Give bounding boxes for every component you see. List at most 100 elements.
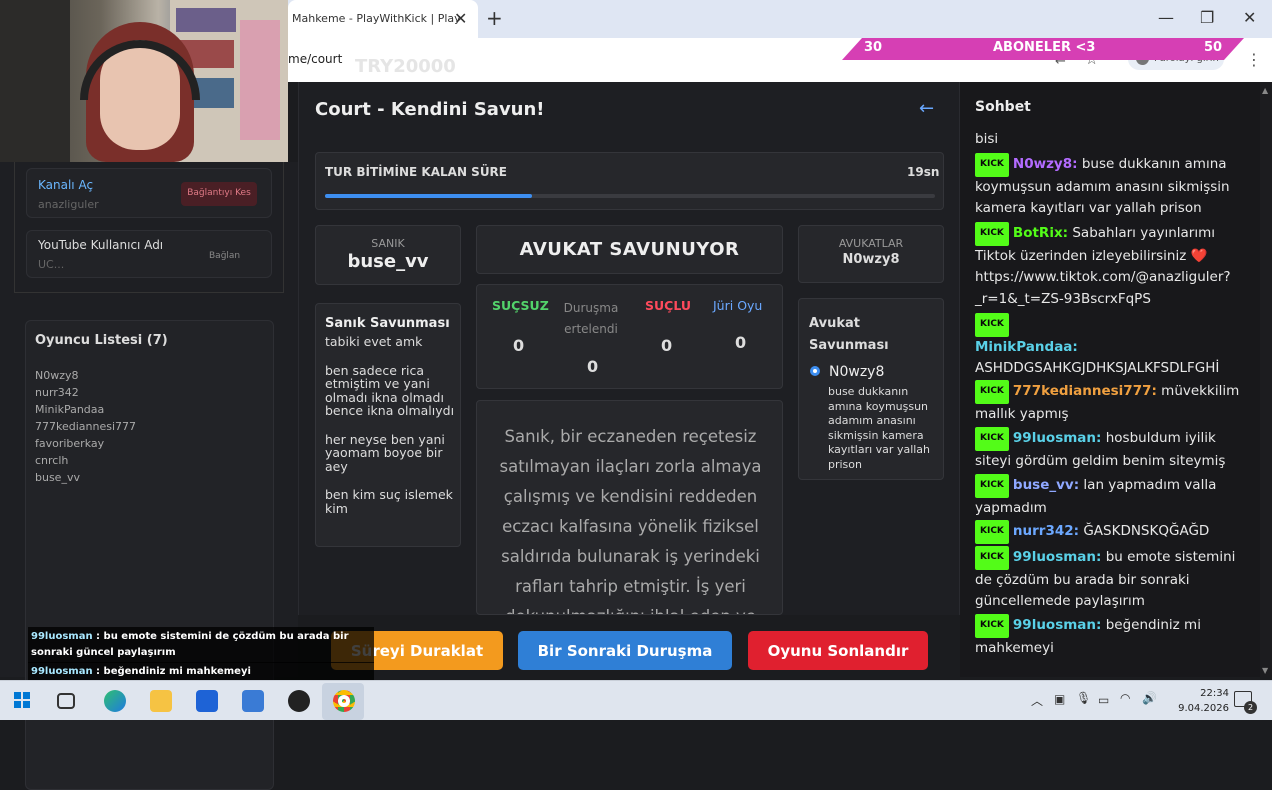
postponed-label: Duruşma ertelendi <box>563 301 619 336</box>
player-item: favoriberkay <box>35 437 105 450</box>
next-hearing-button[interactable]: Bir Sonraki Duruşma <box>518 631 732 670</box>
webcam-feed <box>0 0 288 162</box>
disconnect-button[interactable]: Bağlantıyı Kes <box>181 182 257 206</box>
chat-username[interactable]: BotRix: <box>1013 225 1068 241</box>
volume-icon[interactable]: 🔊 <box>1142 691 1157 705</box>
youtube-card: YouTube Kullanıcı Adı UC... Bağlan <box>26 230 272 278</box>
defense-line: tabiki evet amk <box>325 334 423 349</box>
chat-text: ĞASKDNSKQĞAĞD <box>1079 523 1210 539</box>
defendant-label: SANIK <box>371 237 405 250</box>
chat-title: Sohbet <box>975 99 1031 115</box>
chrome-icon[interactable] <box>333 690 355 712</box>
browser-tab[interactable]: Mahkeme - PlayWithKick | Play <box>288 0 478 38</box>
url-text[interactable]: me/court <box>288 52 342 66</box>
lawyer-defense-title: Avukat Savunması <box>809 316 889 353</box>
chat-message: KICK nurr342: ĞASKDNSKQĞAĞD <box>975 520 1247 544</box>
chat-username[interactable]: 99luosman: <box>1013 549 1102 565</box>
youtube-input[interactable]: UC... <box>38 258 64 271</box>
microphone-icon[interactable]: 🎙 <box>1076 691 1091 705</box>
store-icon[interactable] <box>196 690 218 712</box>
player-item: 777kediannesi777 <box>35 420 137 433</box>
chat-message: KICK BotRix: Sabahları yayınlarımı Tiktok… <box>975 222 1247 310</box>
chat-username[interactable]: nurr342: <box>1013 523 1079 539</box>
status-title: AVUKAT SAVUNUYOR <box>519 239 740 260</box>
task-view-icon[interactable] <box>57 693 75 709</box>
restore-button[interactable]: ❐ <box>1200 8 1214 27</box>
chat-text: lan yapmadım valla yapmadım <box>975 477 1217 516</box>
notification-count: 2 <box>1244 701 1257 714</box>
obs-icon[interactable] <box>288 690 310 712</box>
windows-start-icon[interactable] <box>14 692 30 708</box>
chat-scrollbar[interactable] <box>1260 82 1272 677</box>
kick-badge-icon: KICK <box>975 313 1009 337</box>
postponed-count: 0 <box>587 357 599 376</box>
clock[interactable]: 22:34 9.04.2026 <box>1169 686 1229 716</box>
edge-icon[interactable] <box>104 690 126 712</box>
timer-progress-bar <box>325 194 533 198</box>
browser-menu-icon[interactable]: ⋮ <box>1246 50 1262 69</box>
court-panel: Court - Kendini Savun! ← TUR BİTİMİNE KA… <box>298 82 960 615</box>
kick-badge-icon: KICK <box>975 474 1009 498</box>
jury-count: 0 <box>735 333 747 352</box>
scroll-down-icon[interactable]: ▼ <box>1262 666 1268 675</box>
chat-username[interactable]: MinikPandaa: <box>975 339 1078 355</box>
close-window-button[interactable]: ✕ <box>1243 8 1256 27</box>
outlook-icon[interactable] <box>242 690 264 712</box>
case-card: Sanık, bir eczaneden reçetesiz satılmaya… <box>476 400 783 615</box>
battery-icon[interactable]: ▭ <box>1098 693 1109 707</box>
guilty-label: SUÇLU <box>645 298 691 313</box>
tray-app-icon[interactable]: ▣ <box>1054 692 1065 706</box>
not-guilty-label: SUÇSUZ <box>492 298 549 313</box>
new-tab-button[interactable]: + <box>486 6 503 30</box>
timer-track <box>325 194 935 198</box>
connect-button[interactable]: Bağlan <box>209 251 240 261</box>
overlay-chat-text: : beğendiniz mi mahkemeyi <box>92 666 251 677</box>
defense-line: ben kim suç islemek kim <box>325 487 453 516</box>
defense-line: ben sadece rica etmiştim ve yani olmadı … <box>325 362 455 418</box>
kick-badge-icon: KICK <box>975 222 1009 246</box>
chat-message: KICK N0wzy8: buse dukkanın amına koymuşsu… <box>975 153 1247 220</box>
chat-username[interactable]: buse_vv: <box>1013 477 1079 493</box>
page-title: Court - Kendini Savun! <box>315 99 545 120</box>
tab-close-icon[interactable]: ✕ <box>454 9 467 28</box>
kick-badge-icon: KICK <box>975 153 1009 177</box>
guilty-count: 0 <box>661 336 673 355</box>
sub-goal-current: 30 <box>864 40 883 55</box>
chat-username[interactable]: 99luosman: <box>1013 617 1102 633</box>
channel-value: anazliguler <box>38 198 99 211</box>
defense-text: tabiki evet amk ben sadece rica etmiştim… <box>325 335 455 515</box>
channel-label[interactable]: Kanalı Aç <box>38 178 93 192</box>
chat-text: ASHDDGSAHKGJDHKSJALKFSDLFGHİ <box>975 360 1220 376</box>
youtube-label: YouTube Kullanıcı Adı <box>38 238 164 252</box>
chat-message: KICK 99luosman: beğendiniz mi mahkemeyi <box>975 614 1247 659</box>
kick-badge-icon: KICK <box>975 546 1009 570</box>
lawyer-defense-name: N0wzy8 <box>829 364 885 380</box>
jury-label: Jüri Oyu <box>713 298 763 313</box>
case-description: Sanık, bir eczaneden reçetesiz satılmaya… <box>499 427 762 614</box>
overlay-chat-user: 99luosman <box>31 631 93 642</box>
chat-username[interactable]: 777kediannesi777: <box>1013 383 1157 399</box>
chat-username[interactable]: 99luosman: <box>1013 430 1102 446</box>
chat-username[interactable]: N0wzy8: <box>1013 156 1078 172</box>
chat-message: KICK 99luosman: bu emote sistemini de çöz… <box>975 546 1247 613</box>
chat-message: bisi <box>975 131 999 147</box>
kick-badge-icon: KICK <box>975 427 1009 451</box>
scroll-up-icon[interactable]: ▲ <box>1262 86 1268 95</box>
defendant-defense-card: Sanık Savunması tabiki evet amk ben sade… <box>315 303 461 547</box>
kick-badge-icon: KICK <box>975 520 1009 544</box>
file-explorer-icon[interactable] <box>150 690 172 712</box>
tab-title: Mahkeme - PlayWithKick | Play <box>292 12 461 25</box>
timer-value: 19sn <box>907 165 940 179</box>
clock-time: 22:34 <box>1200 688 1229 699</box>
tray-chevron-icon[interactable]: ︿ <box>1031 692 1043 709</box>
minimize-button[interactable]: — <box>1158 8 1174 27</box>
defendant-card: SANIK buse_vv <box>315 225 461 285</box>
timer-card: TUR BİTİMİNE KALAN SÜRE 19sn <box>315 152 944 210</box>
overlay-ghost-text: TRY20000 <box>355 56 456 77</box>
defense-title: Sanık Savunması <box>325 316 450 331</box>
end-game-button[interactable]: Oyunu Sonlandır <box>748 631 928 670</box>
chat-message: KICK 99luosman: hosbuldum iyilik siteyi g… <box>975 427 1247 472</box>
wifi-icon[interactable]: ◠ <box>1120 691 1130 705</box>
player-item: cnrclh <box>35 454 69 467</box>
back-arrow-icon[interactable]: ← <box>919 98 934 119</box>
